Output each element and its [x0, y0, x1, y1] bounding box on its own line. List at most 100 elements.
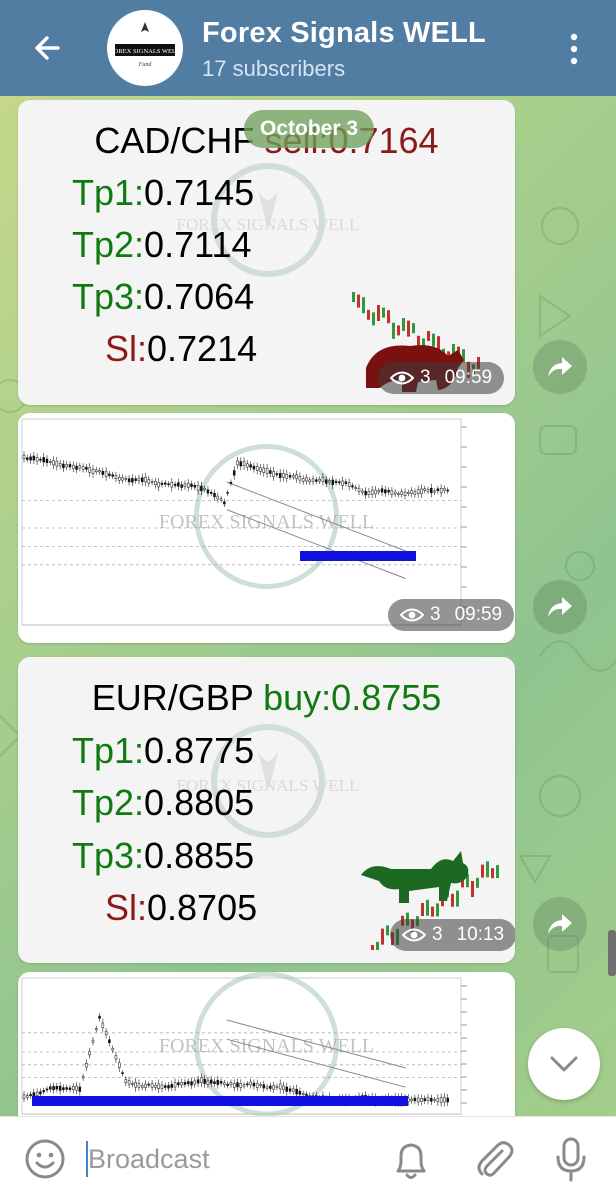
- candle: [334, 480, 338, 483]
- candle: [456, 890, 459, 907]
- bell-icon[interactable]: [392, 1139, 430, 1181]
- candle: [91, 1039, 95, 1043]
- candle: [144, 1083, 147, 1088]
- candle: [436, 903, 439, 917]
- candle: [26, 457, 29, 460]
- candle: [190, 483, 193, 487]
- candle: [486, 861, 489, 878]
- candle: [321, 477, 325, 482]
- candle: [160, 482, 164, 485]
- share-button[interactable]: [533, 340, 587, 394]
- candle: [78, 465, 82, 469]
- level-row: Tp2:0.8805: [72, 782, 254, 824]
- candle: [380, 488, 384, 493]
- candle: [295, 474, 298, 480]
- candle: [374, 489, 377, 495]
- candle: [246, 463, 249, 468]
- candle: [196, 1079, 200, 1084]
- candle: [226, 1083, 229, 1086]
- candle: [203, 1078, 206, 1084]
- candle: [432, 333, 435, 347]
- level-label: Tp1:: [72, 172, 145, 213]
- candle: [288, 475, 292, 478]
- candle: [446, 1097, 449, 1103]
- share-arrow-icon: [548, 914, 572, 934]
- candle: [252, 465, 256, 470]
- candle: [301, 478, 305, 482]
- candle: [49, 461, 52, 463]
- candle: [269, 1085, 272, 1089]
- scroll-indicator[interactable]: [608, 930, 616, 976]
- level-value: 0.8805: [144, 782, 255, 823]
- candle: [433, 490, 436, 493]
- candle: [213, 1081, 216, 1084]
- broadcast-input[interactable]: [88, 1139, 358, 1179]
- candle: [134, 1082, 137, 1088]
- signal-message-eurgbp[interactable]: FOREX SIGNALS WELL EUR/GBP buy:0.8755 Tp…: [18, 657, 515, 963]
- share-arrow-icon: [548, 597, 572, 617]
- channel-logo-icon: FOREX SIGNALS WELL Fund: [109, 12, 181, 84]
- price-chart-image: FOREX SIGNALS WELL: [18, 972, 515, 1132]
- channel-avatar[interactable]: FOREX SIGNALS WELL Fund: [107, 10, 183, 86]
- candle: [431, 906, 434, 917]
- candle: [144, 477, 147, 483]
- pair-name: CAD/CHF: [94, 120, 255, 161]
- candle: [443, 1097, 446, 1103]
- candle: [367, 309, 370, 320]
- channel-title[interactable]: Forex Signals WELL: [202, 17, 486, 50]
- candle: [190, 1081, 193, 1086]
- candle: [262, 467, 266, 473]
- share-button[interactable]: [533, 897, 587, 951]
- candle: [72, 1086, 75, 1090]
- candle: [443, 488, 446, 491]
- candle: [426, 899, 429, 916]
- candle: [426, 1097, 430, 1102]
- candle: [232, 1083, 236, 1088]
- candle: [22, 454, 26, 460]
- scroll-down-button[interactable]: [528, 1028, 600, 1100]
- emoji-icon[interactable]: [24, 1138, 66, 1180]
- candle: [410, 490, 413, 494]
- entry-zone: [32, 1096, 408, 1106]
- level-label: Sl:: [105, 328, 148, 369]
- candle: [308, 479, 312, 483]
- level-row: Sl:0.7214: [105, 328, 257, 370]
- candle: [186, 482, 190, 488]
- share-button[interactable]: [533, 580, 587, 634]
- more-vertical-icon[interactable]: [562, 30, 586, 68]
- candle: [328, 480, 331, 483]
- chat-header: FOREX SIGNALS WELL Fund Forex Signals WE…: [0, 0, 616, 96]
- candle: [421, 903, 424, 916]
- attach-icon[interactable]: [472, 1137, 516, 1181]
- candle: [295, 1088, 298, 1095]
- candle: [338, 481, 341, 484]
- candle: [285, 473, 289, 479]
- candle: [170, 1084, 174, 1088]
- candle: [275, 473, 279, 476]
- candle: [111, 1048, 114, 1051]
- candle: [439, 488, 443, 494]
- candle: [430, 487, 433, 494]
- candle: [157, 1083, 160, 1089]
- candle: [393, 491, 397, 495]
- candle: [104, 471, 108, 477]
- candle: [121, 477, 124, 481]
- candle: [364, 490, 367, 496]
- back-arrow-icon[interactable]: [28, 28, 68, 68]
- candle: [29, 456, 32, 461]
- chevron-down-icon: [550, 1056, 578, 1072]
- candle: [58, 1085, 62, 1091]
- candle: [272, 471, 275, 477]
- candle: [223, 501, 226, 505]
- chart-message-cadchf[interactable]: FOREX SIGNALS WELL 3 09:59: [18, 413, 515, 643]
- candle: [62, 463, 65, 469]
- microphone-icon[interactable]: [554, 1137, 588, 1183]
- watermark-text: FOREX SIGNALS WELL: [159, 1035, 374, 1057]
- message-time: 09:59: [444, 367, 493, 388]
- candle: [439, 1097, 443, 1103]
- candle: [246, 1083, 249, 1086]
- chart-message-eurgbp[interactable]: FOREX SIGNALS WELL: [18, 972, 515, 1132]
- candle: [157, 482, 160, 488]
- candle: [282, 473, 285, 478]
- level-value: 0.7114: [144, 224, 252, 265]
